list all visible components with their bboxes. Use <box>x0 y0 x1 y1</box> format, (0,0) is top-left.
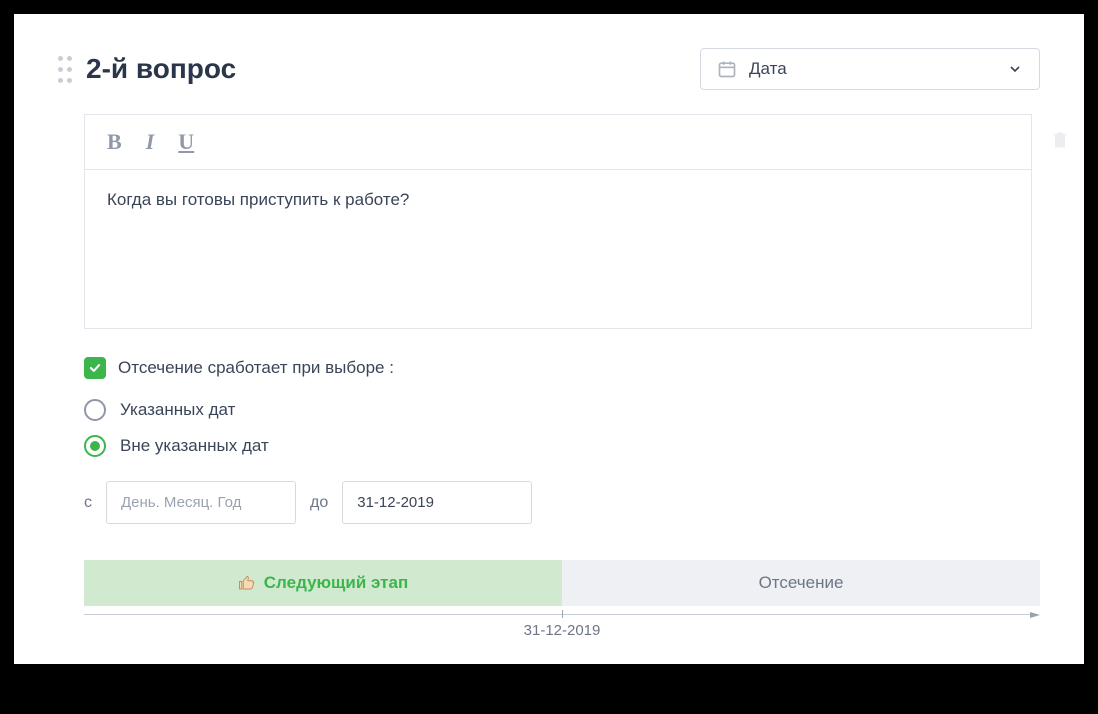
header-left: 2-й вопрос <box>58 53 236 85</box>
timeline-line <box>84 614 1034 615</box>
segment-next-stage[interactable]: Следующий этап <box>84 560 562 606</box>
segment-cutoff[interactable]: Отсечение <box>562 560 1040 606</box>
radio-within-label: Указанных дат <box>120 400 235 420</box>
cutoff-checkbox-row: Отсечение сработает при выборе : <box>84 357 1040 379</box>
segment-cutoff-label: Отсечение <box>759 573 844 593</box>
cutoff-settings: Отсечение сработает при выборе : Указанн… <box>84 357 1040 524</box>
chevron-down-icon <box>1007 61 1023 77</box>
question-card: 2-й вопрос Дата B I <box>14 14 1084 664</box>
outcome-segments: Следующий этап Отсечение 31-12-2019 <box>84 560 1040 636</box>
date-from-label: с <box>84 494 92 512</box>
question-title: 2-й вопрос <box>86 53 236 85</box>
segment-bar: Следующий этап Отсечение <box>84 560 1040 606</box>
segment-next-label: Следующий этап <box>264 573 408 593</box>
delete-button[interactable] <box>1050 128 1070 155</box>
question-text-input[interactable]: Когда вы готовы приступить к работе? <box>84 169 1032 329</box>
cutoff-checkbox[interactable] <box>84 357 106 379</box>
radio-outside-indicator <box>84 435 106 457</box>
timeline-arrow-icon <box>1030 610 1040 620</box>
calendar-icon <box>717 59 737 79</box>
drag-handle[interactable] <box>58 56 72 83</box>
type-select-label: Дата <box>749 59 787 79</box>
date-from-input[interactable] <box>106 481 296 524</box>
date-range-row: с до <box>84 481 1040 524</box>
thumbs-up-icon <box>238 574 256 592</box>
question-header: 2-й вопрос Дата <box>58 48 1040 90</box>
format-toolbar: B I U <box>84 114 1032 169</box>
radio-outside-label: Вне указанных дат <box>120 436 269 456</box>
timeline: 31-12-2019 <box>84 608 1040 636</box>
timeline-tick <box>562 610 563 618</box>
underline-button[interactable]: U <box>178 131 194 153</box>
editor: B I U Когда вы готовы приступить к работ… <box>84 114 1032 329</box>
italic-button[interactable]: I <box>146 131 155 153</box>
question-type-select[interactable]: Дата <box>700 48 1040 90</box>
cutoff-checkbox-label: Отсечение сработает при выборе : <box>118 358 394 378</box>
bold-button[interactable]: B <box>107 131 122 153</box>
timeline-date-label: 31-12-2019 <box>524 622 601 639</box>
radio-within-dates[interactable]: Указанных дат <box>84 399 1040 421</box>
radio-within-indicator <box>84 399 106 421</box>
date-to-label: до <box>310 494 328 512</box>
date-to-input[interactable] <box>342 481 532 524</box>
radio-outside-dates[interactable]: Вне указанных дат <box>84 435 1040 457</box>
